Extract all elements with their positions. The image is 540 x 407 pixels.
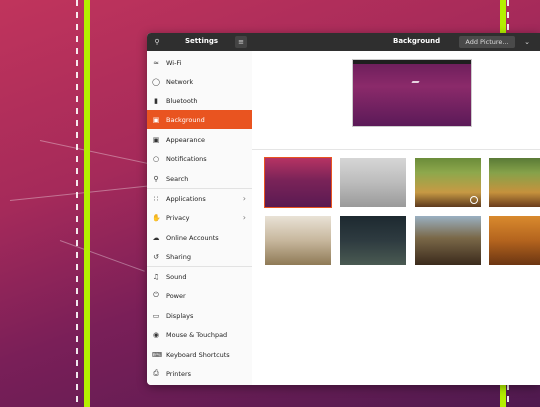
sidebar-item-label: Applications [166, 194, 206, 203]
background-preview [352, 59, 472, 127]
display-icon: ▭ [152, 311, 160, 320]
chevron-down-icon: ⌄ [524, 38, 530, 46]
wallpaper-thumb-grey-mist[interactable] [340, 158, 406, 207]
sidebar-item-applications[interactable]: ∷ Applications › [147, 189, 252, 208]
wallpaper-thumb-desk-items[interactable] [265, 216, 331, 265]
sidebar-item-wifi[interactable]: ≈ Wi-Fi [147, 53, 252, 72]
wallpaper-thumb-orange-abstract[interactable] [489, 216, 540, 265]
hand-icon: ✋ [152, 213, 161, 222]
sidebar-item-label: Notifications [166, 154, 207, 163]
chevron-right-icon: › [242, 213, 246, 222]
sidebar-item-label: Privacy [166, 213, 190, 222]
wallpaper-streak [39, 140, 158, 166]
printer-icon: ⎙ [153, 369, 159, 377]
network-icon: ◯ [152, 77, 160, 86]
sidebar-item-label: Displays [166, 311, 194, 320]
search-button[interactable]: ⚲ [150, 36, 164, 48]
sidebar-item-background[interactable]: ▣ Background [147, 110, 252, 129]
wifi-icon: ≈ [153, 58, 159, 67]
sidebar-item-bluetooth[interactable]: ▮ Bluetooth [147, 91, 252, 110]
chevron-right-icon: › [242, 194, 246, 203]
grid-icon: ∷ [153, 194, 159, 203]
sidebar-item-label: Appearance [166, 135, 206, 144]
sidebar-item-search[interactable]: ⚲ Search [147, 169, 252, 188]
wallpaper-thumb-forest-path[interactable] [489, 158, 540, 207]
cloud-icon: ☁ [152, 233, 160, 242]
background-panel [252, 51, 540, 385]
preview-logo [411, 81, 420, 83]
sidebar-item-sound[interactable]: ♫ Sound [147, 267, 252, 286]
preview-topbar [353, 60, 471, 64]
wallpaper-streak [59, 240, 145, 272]
header-bar: ⚲ Settings ≡ Background Add Picture... ⌄ [147, 33, 540, 51]
background-icon: ▣ [152, 115, 160, 124]
wallpaper-thumb-wooden-bridge[interactable] [415, 216, 481, 265]
window-menu-button[interactable]: ⌄ [521, 36, 533, 48]
sidebar-item-label: Online Accounts [166, 233, 219, 242]
panel-divider [252, 149, 540, 150]
settings-window: ⚲ Settings ≡ Background Add Picture... ⌄… [147, 33, 540, 385]
hamburger-icon: ≡ [238, 38, 244, 46]
sidebar-item-printers[interactable]: ⎙ Printers [147, 364, 252, 383]
add-picture-button[interactable]: Add Picture... [459, 36, 515, 48]
dashed-guide-left [76, 0, 78, 407]
wallpaper-thumb-dark-alley[interactable] [340, 216, 406, 265]
keyboard-icon: ⌨ [152, 350, 163, 359]
sidebar-item-label: Sound [166, 272, 187, 281]
sidebar-item-displays[interactable]: ▭ Displays [147, 306, 252, 325]
sidebar-item-power[interactable]: ⏻ Power [147, 286, 252, 305]
sidebar-item-network[interactable]: ◯ Network [147, 72, 252, 91]
sidebar-item-label: Mouse & Touchpad [166, 330, 228, 339]
sidebar-item-sharing[interactable]: ↺ Sharing [147, 247, 252, 266]
sidebar-item-mouse-touchpad[interactable]: ◉ Mouse & Touchpad [147, 325, 252, 344]
appearance-icon: ▣ [152, 135, 160, 144]
sidebar-item-online-accounts[interactable]: ☁ Online Accounts [147, 228, 252, 247]
clock-icon [470, 196, 478, 204]
sidebar-item-label: Sharing [166, 252, 191, 261]
sidebar-item-appearance[interactable]: ▣ Appearance [147, 130, 252, 149]
sidebar-item-label: Background [166, 115, 205, 124]
music-icon: ♫ [152, 272, 160, 281]
panel-title: Background [393, 37, 441, 45]
search-icon: ⚲ [154, 38, 160, 46]
sidebar-item-label: Network [166, 77, 194, 86]
sidebar-item-notifications[interactable]: ○ Notifications [147, 149, 252, 168]
sidebar-item-label: Search [166, 174, 189, 183]
sidebar: ≈ Wi-Fi ◯ Network ▮ Bluetooth ▣ Backgrou… [147, 51, 253, 385]
bell-icon: ○ [152, 154, 160, 163]
sidebar-item-label: Printers [166, 369, 192, 378]
sidebar-item-label: Power [166, 291, 186, 300]
sidebar-item-privacy[interactable]: ✋ Privacy › [147, 208, 252, 227]
settings-title: Settings [185, 37, 219, 45]
sidebar-item-label: Bluetooth [166, 96, 198, 105]
bluetooth-icon: ▮ [154, 96, 158, 105]
menu-button[interactable]: ≡ [235, 36, 247, 48]
wallpaper-thumb-forest-road[interactable] [415, 158, 481, 207]
wallpaper-streak [9, 185, 150, 201]
guide-bar-left [84, 0, 90, 407]
mouse-icon: ◉ [152, 330, 160, 339]
sidebar-item-label: Keyboard Shortcuts [166, 350, 230, 359]
power-icon: ⏻ [153, 291, 159, 299]
wallpaper-thumb-ubuntu-purple[interactable] [264, 157, 332, 208]
sidebar-item-label: Wi-Fi [166, 58, 182, 67]
search-icon: ⚲ [153, 174, 159, 183]
sidebar-item-keyboard-shortcuts[interactable]: ⌨ Keyboard Shortcuts [147, 345, 252, 364]
share-icon: ↺ [153, 252, 159, 261]
